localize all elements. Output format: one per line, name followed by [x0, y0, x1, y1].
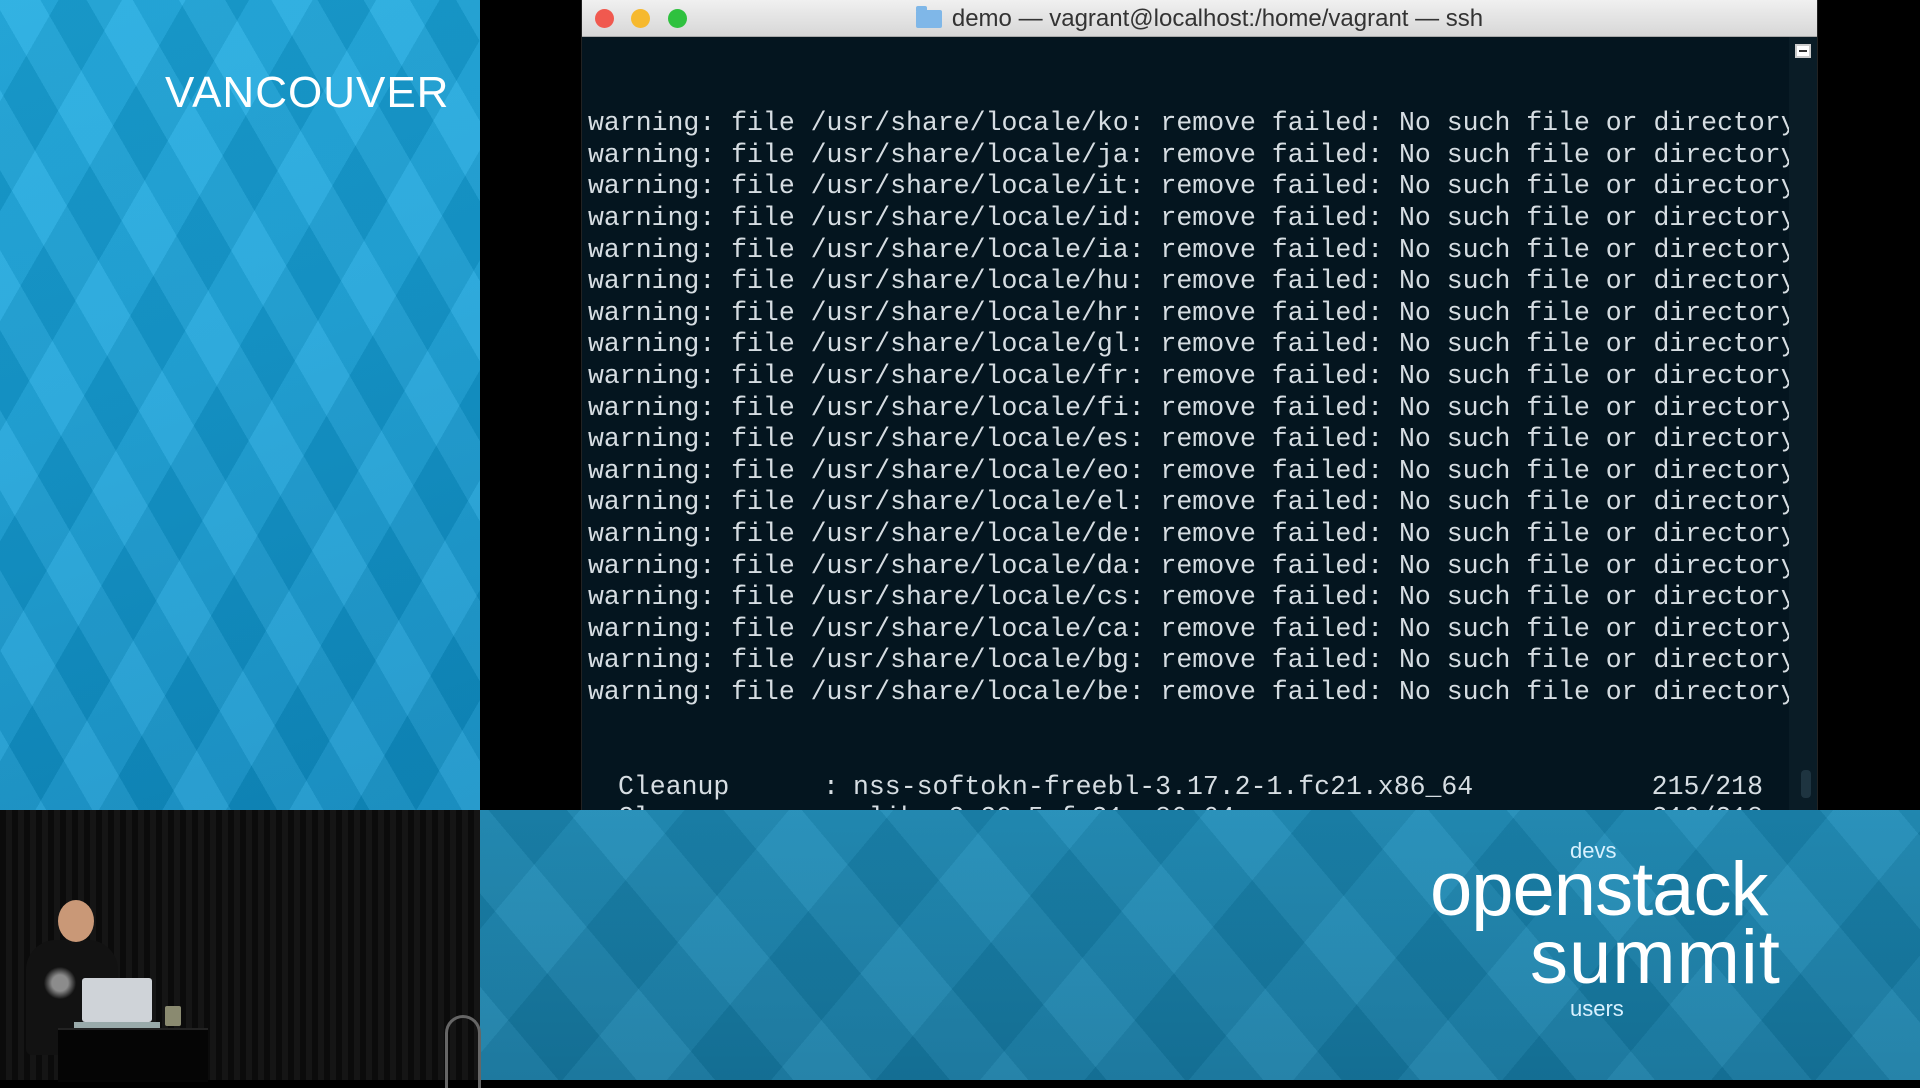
terminal-warning-line: warning: file /usr/share/locale/ca: remo…	[588, 613, 1797, 644]
speaker-head	[58, 900, 94, 942]
mic-stand-icon	[445, 1015, 481, 1088]
cleanup-count: 215/218	[1651, 771, 1763, 802]
cleanup-package: nss-softokn-freebl-3.17.2-1.fc21.x86_64	[853, 771, 1474, 802]
window-title: demo — vagrant@localhost:/home/vagrant —…	[582, 5, 1817, 33]
cleanup-label: Cleanup	[618, 771, 730, 802]
cup-icon	[165, 1006, 181, 1026]
terminal-warning-line: warning: file /usr/share/locale/ia: remo…	[588, 234, 1797, 265]
terminal-output[interactable]: warning: file /usr/share/locale/ko: remo…	[582, 37, 1797, 992]
terminal-warning-line: warning: file /usr/share/locale/hr: remo…	[588, 297, 1797, 328]
shirt-print	[40, 965, 80, 1001]
terminal-warning-line: warning: file /usr/share/locale/gl: remo…	[588, 329, 1797, 360]
terminal-warning-line: warning: file /usr/share/locale/hu: remo…	[588, 266, 1797, 297]
terminal-warning-line: warning: file /usr/share/locale/id: remo…	[588, 202, 1797, 233]
cleanup-separator: :	[823, 771, 839, 802]
terminal-warning-line: warning: file /usr/share/locale/ja: remo…	[588, 139, 1797, 170]
terminal-warning-line: warning: file /usr/share/locale/ko: remo…	[588, 108, 1797, 139]
logo-summit-text: summit	[1530, 915, 1781, 1000]
terminal-warning-line: warning: file /usr/share/locale/bg: remo…	[588, 645, 1797, 676]
city-title: VANCOUVER	[165, 68, 450, 117]
folder-icon	[915, 6, 942, 28]
slide-side-panel: VANCOUVER	[0, 0, 480, 810]
split-pane-icon[interactable]	[1795, 44, 1811, 58]
terminal-warning-line: warning: file /usr/share/locale/be: remo…	[588, 676, 1797, 707]
scrollbar[interactable]	[1789, 37, 1817, 810]
window-title-text: demo — vagrant@localhost:/home/vagrant —…	[951, 5, 1484, 32]
terminal-warning-line: warning: file /usr/share/locale/fi: remo…	[588, 392, 1797, 423]
terminal-titlebar[interactable]: demo — vagrant@localhost:/home/vagrant —…	[582, 0, 1817, 37]
terminal-warning-line: warning: file /usr/share/locale/da: remo…	[588, 550, 1797, 581]
podium-table	[58, 1028, 208, 1082]
terminal-warning-line: warning: file /usr/share/locale/eo: remo…	[588, 455, 1797, 486]
terminal-warning-line: warning: file /usr/share/locale/el: remo…	[588, 487, 1797, 518]
terminal-warning-line: warning: file /usr/share/locale/de: remo…	[588, 518, 1797, 549]
terminal-warning-line: warning: file /usr/share/locale/cs: remo…	[588, 582, 1797, 613]
warning-lines: warning: file /usr/share/locale/ko: remo…	[588, 108, 1797, 708]
openstack-summit-logo: devs openstack summit users	[1430, 828, 1850, 1058]
scrollbar-thumb[interactable]	[1801, 770, 1811, 798]
logo-users-text: users	[1570, 996, 1624, 1021]
terminal-warning-line: warning: file /usr/share/locale/es: remo…	[588, 424, 1797, 455]
cleanup-line: Cleanup: nss-softokn-freebl-3.17.2-1.fc21…	[588, 772, 1783, 804]
terminal-window[interactable]: demo — vagrant@localhost:/home/vagrant —…	[582, 0, 1817, 992]
laptop-icon	[82, 978, 152, 1022]
terminal-warning-line: warning: file /usr/share/locale/fr: remo…	[588, 360, 1797, 391]
terminal-warning-line: warning: file /usr/share/locale/it: remo…	[588, 171, 1797, 202]
slide-bottom-band: devs openstack summit users	[480, 810, 1920, 1080]
